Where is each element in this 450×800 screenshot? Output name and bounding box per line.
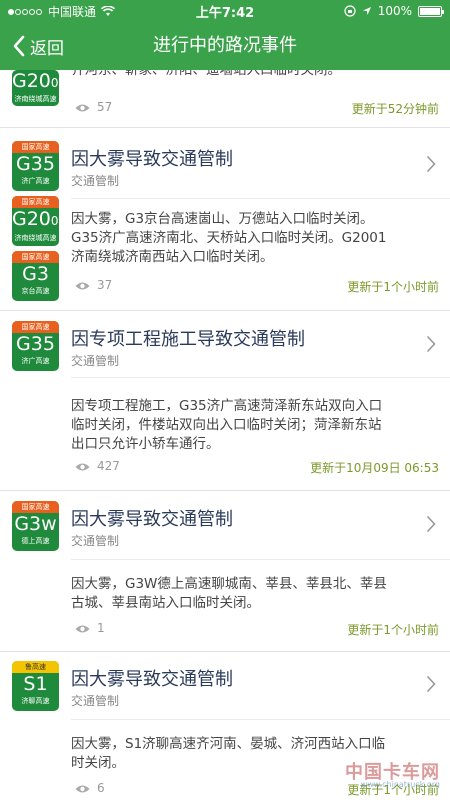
event-meta: 37 更新于1个小时前 bbox=[71, 278, 439, 296]
event-meta: 427 更新于10月09日 06:53 bbox=[71, 459, 439, 477]
divider bbox=[0, 310, 450, 311]
badge-name: 济广高速 bbox=[21, 177, 50, 185]
lock-rotation-icon bbox=[344, 5, 356, 17]
body-line: G35济广高速济南北、天桥站入口临时关闭。G2001 bbox=[71, 230, 387, 246]
divider bbox=[0, 127, 450, 128]
event-category: 交通管制 bbox=[71, 354, 120, 368]
event-title[interactable]: 因大雾导致交通管制 bbox=[71, 665, 233, 691]
updated-time: 更新于52分钟前 bbox=[351, 102, 439, 116]
body-line: 因专项工程施工，G35济广高速菏泽新东站双向入口 bbox=[71, 398, 383, 414]
chevron-right-icon[interactable] bbox=[426, 675, 436, 693]
body-line: 因大雾，G3京台高速崮山、万德站入口临时关闭。 bbox=[71, 211, 374, 227]
battery-icon bbox=[418, 5, 444, 17]
divider bbox=[71, 719, 450, 720]
body-line: 齐河东、靳家、济阳、遥墙站入口临时关闭。 bbox=[71, 70, 341, 78]
badge-name: 济南绕城高速 bbox=[14, 234, 57, 242]
badge-code: G35 bbox=[16, 333, 55, 355]
view-count: 57 bbox=[97, 100, 113, 114]
event-meta: 1 更新于1个小时前 bbox=[71, 621, 439, 639]
highway-badge: G2001 济南绕城高速 bbox=[12, 70, 59, 106]
body-line: 出口只允许小轿车通行。 bbox=[71, 436, 220, 452]
view-count: 37 bbox=[97, 278, 113, 292]
event-category: 交通管制 bbox=[71, 174, 120, 188]
status-bar: 中国联通 上午7:42 100% bbox=[0, 0, 450, 22]
back-label: 返回 bbox=[30, 38, 64, 59]
highway-badge: 国家高速 G35 济广高速 bbox=[12, 321, 59, 371]
eye-icon bbox=[75, 282, 90, 290]
page-title: 进行中的路况事件 bbox=[153, 35, 297, 56]
chevron-right-icon[interactable] bbox=[426, 515, 436, 533]
battery-label: 100% bbox=[377, 4, 412, 18]
badge-code: G20 bbox=[12, 70, 51, 92]
watermark-logo: 中国卡车网 www.chinatruck.org bbox=[290, 758, 440, 796]
badge-code-sub: 01 bbox=[50, 214, 59, 228]
event-body: 因大雾，G3W德上高速聊城南、莘县、莘县北、莘县 古城、莘县南站入口临时关闭。 bbox=[71, 575, 441, 613]
event-body: 齐河东、靳家、济阳、遥墙站入口临时关闭。 bbox=[71, 70, 441, 80]
body-line: 因大雾，S1济聊高速齐河南、晏城、济河西站入口临 bbox=[71, 736, 386, 752]
updated-time: 更新于10月09日 06:53 bbox=[310, 461, 439, 475]
event-title[interactable]: 因大雾导致交通管制 bbox=[71, 145, 233, 171]
view-count: 427 bbox=[97, 459, 120, 473]
badge-name: 德上高速 bbox=[21, 537, 50, 545]
badge-top: 国家高速 bbox=[12, 251, 59, 263]
highway-badge: 国家高速 G35 济广高速 bbox=[12, 141, 59, 191]
back-button[interactable]: 返回 bbox=[12, 22, 64, 70]
highway-badge: 国家高速 G3w 德上高速 bbox=[12, 501, 59, 551]
chevron-left-icon bbox=[13, 35, 25, 57]
divider bbox=[71, 559, 450, 560]
event-body: 因大雾，G3京台高速崮山、万德站入口临时关闭。 G35济广高速济南北、天桥站入口… bbox=[71, 210, 441, 267]
eye-icon bbox=[75, 104, 90, 112]
body-line: 因大雾，G3W德上高速聊城南、莘县、莘县北、莘县 bbox=[71, 576, 387, 592]
location-icon bbox=[362, 7, 371, 15]
badge-name: 济南绕城高速 bbox=[14, 95, 57, 103]
highway-badge: 国家高速 G2001 济南绕城高速 bbox=[12, 196, 59, 246]
body-line: 古城、莘县南站入口临时关闭。 bbox=[71, 595, 260, 611]
badge-name: 济广高速 bbox=[21, 357, 50, 365]
eye-icon bbox=[75, 463, 90, 471]
badge-top: 国家高速 bbox=[12, 501, 59, 513]
chevron-right-icon[interactable] bbox=[426, 335, 436, 353]
body-line: 临时关闭，件楼站双向出入口临时关闭；菏泽新东站 bbox=[71, 417, 382, 433]
view-count: 6 bbox=[97, 781, 105, 795]
badge-name: 济聊高速 bbox=[21, 697, 50, 705]
event-body: 因专项工程施工，G35济广高速菏泽新东站双向入口 临时关闭，件楼站双向出入口临时… bbox=[71, 397, 441, 454]
event-title[interactable]: 因大雾导致交通管制 bbox=[71, 505, 233, 531]
badge-top: 国家高速 bbox=[12, 321, 59, 333]
event-title[interactable]: 因专项工程施工导致交通管制 bbox=[71, 325, 305, 351]
event-meta: 57 更新于52分钟前 bbox=[71, 100, 439, 118]
event-category: 交通管制 bbox=[71, 534, 120, 548]
badge-name: 京台高速 bbox=[21, 287, 50, 295]
updated-time: 更新于1个小时前 bbox=[347, 623, 439, 637]
body-line: 济南绕城济南西站入口临时关闭。 bbox=[71, 249, 274, 265]
highway-badge: 鲁高速 S1 济聊高速 bbox=[12, 661, 59, 711]
badge-code: G20 bbox=[12, 208, 51, 230]
badge-code: G3 bbox=[22, 263, 49, 285]
divider bbox=[0, 651, 450, 652]
divider bbox=[71, 377, 450, 378]
divider bbox=[71, 198, 450, 199]
badge-top: 鲁高速 bbox=[12, 661, 59, 673]
event-list[interactable]: G2001 济南绕城高速 齐河东、靳家、济阳、遥墙站入口临时关闭。 57 更新于… bbox=[0, 70, 450, 800]
badge-top: 国家高速 bbox=[12, 196, 59, 208]
eye-icon bbox=[75, 625, 90, 633]
badge-code: G35 bbox=[16, 153, 55, 175]
divider bbox=[0, 490, 450, 491]
view-count: 1 bbox=[97, 621, 105, 635]
nav-bar: 返回 进行中的路况事件 bbox=[0, 22, 450, 70]
chevron-right-icon[interactable] bbox=[426, 155, 436, 173]
eye-icon bbox=[75, 785, 90, 793]
watermark-sub: www.chinatruck.org bbox=[360, 780, 440, 789]
badge-code: G3w bbox=[14, 513, 57, 535]
badge-code: S1 bbox=[23, 673, 48, 695]
updated-time: 更新于1个小时前 bbox=[347, 280, 439, 294]
badge-top: 国家高速 bbox=[12, 141, 59, 153]
highway-badge: 国家高速 G3 京台高速 bbox=[12, 251, 59, 301]
event-category: 交通管制 bbox=[71, 694, 120, 708]
badge-code-sub: 01 bbox=[50, 76, 59, 90]
